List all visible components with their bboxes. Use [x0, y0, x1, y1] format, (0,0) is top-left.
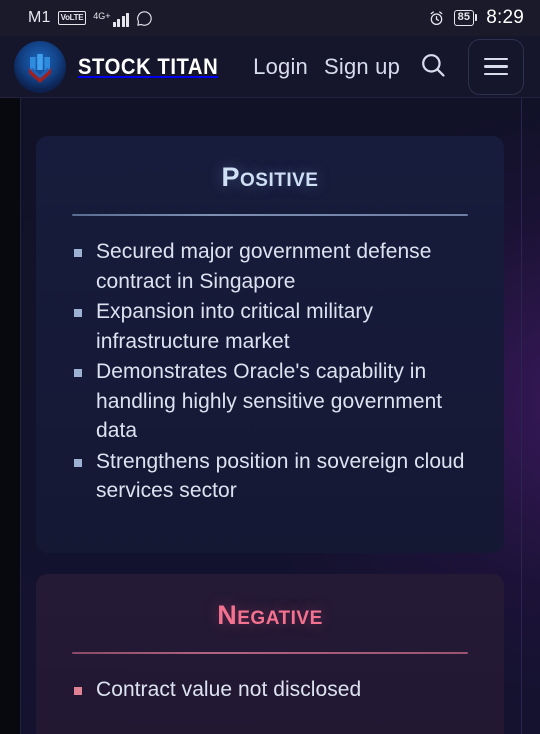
signup-link[interactable]: Sign up	[324, 54, 400, 80]
list-item: Contract value not disclosed	[74, 675, 478, 705]
brand-home-link[interactable]: STOCK TITAN	[14, 40, 230, 93]
left-gutter-divider	[20, 98, 21, 734]
status-bar-left: M1 VoLTE 4G+	[28, 9, 153, 27]
volte-badge: VoLTE	[57, 11, 87, 25]
negative-title: Negative	[217, 600, 323, 630]
signal-bars-icon: 4G+	[93, 10, 130, 27]
status-bar: M1 VoLTE 4G+ 85 8:29	[0, 0, 540, 36]
search-button[interactable]	[416, 50, 450, 84]
positive-list: Secured major government defense contrac…	[36, 237, 504, 506]
login-link[interactable]: Login	[253, 54, 308, 80]
status-bar-right: 85 8:29	[428, 7, 524, 29]
app-screen: M1 VoLTE 4G+ 85 8:29 STOCK TITAN Login S…	[0, 0, 540, 734]
brand-name: STOCK TITAN	[78, 53, 219, 79]
hamburger-menu-icon	[484, 57, 508, 76]
list-item: Strengthens position in sovereign cloud …	[74, 447, 478, 506]
list-item: Secured major government defense contrac…	[74, 237, 478, 296]
signal-strength-bars	[112, 12, 130, 27]
negative-divider	[72, 652, 468, 654]
page-content: Positive Secured major government defens…	[0, 98, 540, 734]
header-actions: Login Sign up	[253, 38, 524, 95]
carrier-name: M1	[28, 9, 51, 26]
alarm-clock-icon	[428, 10, 445, 27]
list-item: Expansion into critical military infrast…	[74, 297, 478, 356]
hamburger-menu-button[interactable]	[468, 38, 524, 95]
negative-card: Negative Contract value not disclosed	[36, 574, 504, 734]
site-header: STOCK TITAN Login Sign up	[0, 36, 540, 98]
whatsapp-icon	[136, 10, 153, 27]
battery-indicator: 85	[453, 10, 478, 26]
positive-title: Positive	[221, 162, 319, 192]
battery-percent: 85	[453, 10, 475, 26]
search-icon	[419, 51, 447, 82]
positive-divider	[72, 214, 468, 216]
stock-titan-logo	[14, 40, 66, 93]
negative-list: Contract value not disclosed	[36, 675, 504, 705]
left-gutter	[0, 98, 20, 734]
clock-time: 8:29	[486, 7, 524, 28]
network-type-label: 4G+	[93, 10, 111, 21]
battery-cap	[475, 14, 478, 22]
list-item: Demonstrates Oracle's capability in hand…	[74, 357, 478, 446]
positive-card: Positive Secured major government defens…	[36, 136, 504, 553]
right-gutter-divider	[521, 98, 522, 734]
